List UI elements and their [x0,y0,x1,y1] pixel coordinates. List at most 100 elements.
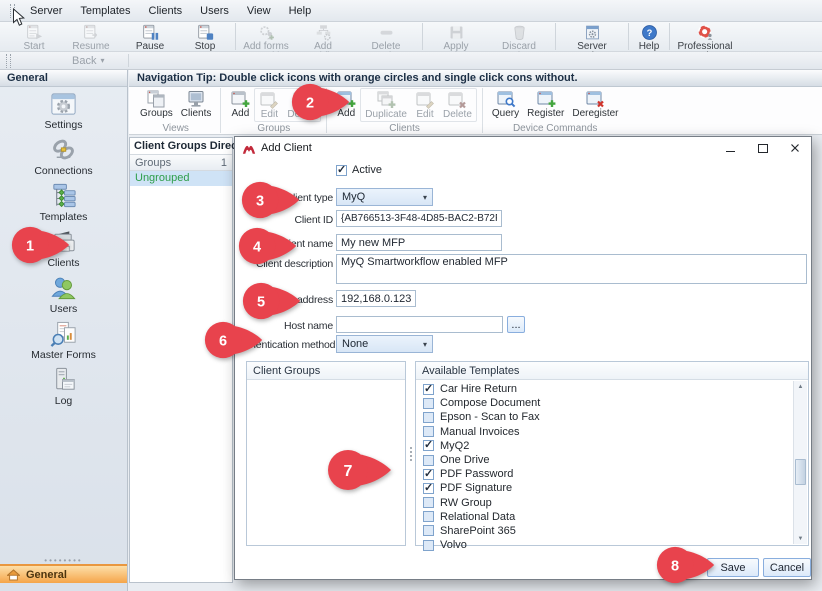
deregister-button[interactable]: Deregister [568,88,622,120]
template-row[interactable]: Volvo [417,538,793,552]
help-button[interactable]: ? Help [632,23,666,53]
professional-services-icon [697,24,714,41]
toolbar-grip[interactable] [6,54,11,68]
clients-view-button[interactable]: Clients [177,88,216,120]
template-row[interactable]: PDF Signature [417,481,793,495]
checkbox[interactable] [423,497,434,508]
scroll-up-icon[interactable]: ▲ [794,381,807,392]
template-row[interactable]: Compose Document [417,396,793,410]
menu-templates[interactable]: Templates [71,2,139,20]
templates-list: Car Hire Return Compose Document Epson -… [417,382,793,544]
edit-group-button[interactable]: Edit [255,89,283,121]
svg-text:5: 5 [257,294,265,310]
sidebar-item-users[interactable]: Users [0,274,127,320]
annotation-pin-6: 6 [204,320,264,360]
template-row[interactable]: Car Hire Return [417,382,793,396]
close-button[interactable] [781,139,808,158]
sidebar-item-templates[interactable]: Templates [0,182,127,228]
settings-icon [49,90,78,119]
svg-text:4: 4 [253,239,261,255]
checkbox[interactable] [423,511,434,522]
checkbox[interactable] [423,384,434,395]
delete-client-button[interactable]: Delete [439,89,476,121]
back-button[interactable]: Back ▾ [17,54,114,68]
template-row[interactable]: Epson - Scan to Fax [417,410,793,424]
toolbar-separator [555,23,556,50]
query-button[interactable]: Query [488,88,523,120]
menu-server[interactable]: Server [21,2,71,20]
client-description-input[interactable]: MyQ Smartworkflow enabled MFP [336,254,807,284]
annotation-pin-5: 5 [242,281,302,321]
sidebar-footer-general[interactable]: General [0,564,127,583]
checkbox[interactable] [423,440,434,451]
groups-list-header[interactable]: Groups 1 [130,155,232,171]
panel-splitter[interactable] [407,361,414,546]
templates-scrollbar[interactable]: ▲ ▼ [793,381,807,544]
template-row[interactable]: One Drive [417,453,793,467]
edit-group-icon [259,90,279,110]
checkbox[interactable] [423,412,434,423]
groups-view-button[interactable]: Groups [136,88,177,120]
group-item-ungrouped[interactable]: Ungrouped [130,171,232,186]
checkbox[interactable] [423,398,434,409]
ribbon-group-label: Clients [389,123,420,134]
template-row[interactable]: Relational Data [417,510,793,524]
svg-text:8: 8 [671,558,679,574]
client-id-input[interactable] [336,210,502,227]
add-group-icon [230,89,250,109]
template-row[interactable]: Manual Invoices [417,425,793,439]
template-row[interactable]: MyQ2 [417,439,793,453]
menu-clients[interactable]: Clients [140,2,192,20]
annotation-pin-2: 2 [291,82,351,122]
client-groups-directory-panel: Client Groups Directory Groups 1 Ungroup… [129,137,233,583]
checkbox[interactable] [423,426,434,437]
auth-method-dropdown[interactable]: None ▾ [336,335,433,353]
annotation-pin-4: 4 [238,226,298,266]
navigation-bar: Back ▾ [0,52,822,70]
checkbox[interactable] [423,469,434,480]
checkbox[interactable] [423,483,434,494]
template-row[interactable]: PDF Password [417,467,793,481]
minimize-button[interactable] [717,139,744,158]
template-row[interactable]: RW Group [417,496,793,510]
sidebar-item-connections[interactable]: Connections [0,136,127,182]
register-button[interactable]: Register [523,88,568,120]
toolbar-separator [128,54,129,67]
sidebar-item-settings[interactable]: Settings [0,90,127,136]
sidebar-item-log[interactable]: Log [0,366,127,412]
resume-server-icon [83,24,100,41]
add-workflow-icon [315,24,332,41]
client-name-input[interactable] [336,234,502,251]
add-group-button[interactable]: Add [226,88,254,120]
menu-view[interactable]: View [238,2,280,20]
menu-help[interactable]: Help [280,2,321,20]
host-name-input[interactable] [336,316,503,333]
menu-users[interactable]: Users [191,2,238,20]
host-browse-button[interactable]: ... [507,316,525,333]
active-checkbox[interactable] [336,165,347,176]
scrollbar-thumb[interactable] [795,459,806,485]
checkbox[interactable] [423,525,434,536]
duplicate-client-button[interactable]: Duplicate [361,89,411,121]
sidebar-item-master-forms[interactable]: Master Forms [0,320,127,366]
edit-client-button[interactable]: Edit [411,89,439,121]
svg-text:7: 7 [344,463,353,480]
client-type-dropdown[interactable]: MyQ ▾ [336,188,433,206]
cancel-button[interactable]: Cancel [763,558,811,577]
ip-address-input[interactable] [336,290,416,307]
checkbox[interactable] [423,455,434,466]
ribbon-group-label: Groups [257,123,290,134]
panel-title: Client Groups Directory [130,138,232,155]
template-row[interactable]: SharePoint 365 [417,524,793,538]
scroll-down-icon[interactable]: ▼ [794,533,807,544]
checkbox[interactable] [423,540,434,551]
delete-template-icon [378,24,395,41]
connections-icon [49,136,78,165]
dialog-titlebar[interactable]: Add Client [235,137,811,159]
maximize-button[interactable] [749,139,776,158]
sidebar: General Settings Connections Templates C… [0,70,128,591]
close-icon [790,143,800,153]
apply-settings-icon [448,24,465,41]
annotation-pin-8: 8 [656,545,716,585]
available-templates-box: Available Templates Car Hire Return Comp… [415,361,809,546]
